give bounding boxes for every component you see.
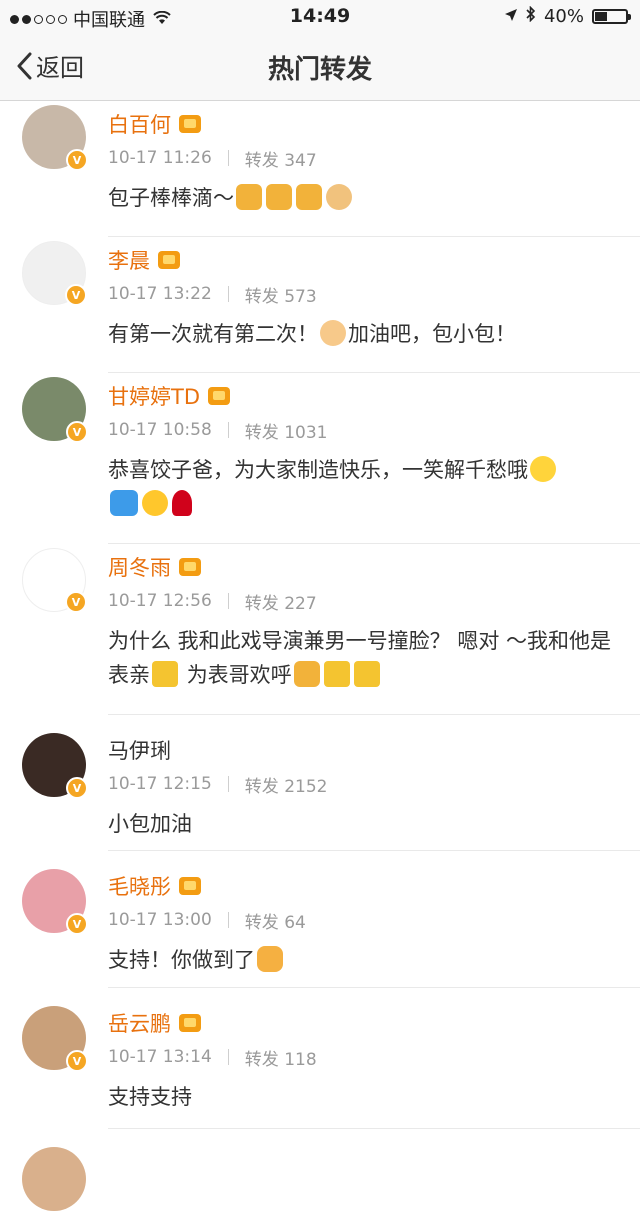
repost-count: 转发 118 [244,1049,317,1070]
fist-emoji-icon [326,184,352,210]
list-item[interactable]: V 李晨 10-17 13:22 转发 573 有第一次就有第二次！ 加油吧，包小… [22,237,640,373]
comment-body: 恭喜饺子爸，为大家制造快乐，一笑解千愁哦 [108,458,528,482]
beer-emoji-icon [296,184,322,210]
crown-badge-icon [179,558,201,576]
crown-badge-icon [179,115,201,133]
user-name[interactable]: 马伊琍 [108,735,171,765]
verified-badge-icon: V [65,591,87,613]
battery-icon [592,9,631,24]
user-name[interactable]: 李晨 [108,245,150,275]
comment-text: 小包加油 [108,807,620,841]
comment-body: 支持！你做到了 [108,948,255,972]
five-emoji-icon [152,661,178,687]
comment-text: 支持！你做到了 [108,943,620,977]
post-time: 10-17 12:15 [108,774,212,794]
user-name[interactable]: 甘婷婷TD [108,381,200,411]
face-emoji-icon [320,320,346,346]
verified-badge-icon: V [66,777,88,799]
divider [227,1049,229,1065]
avatar[interactable]: V [22,241,87,306]
location-arrow-icon [504,6,518,27]
avatar[interactable]: V [22,869,88,935]
user-name[interactable]: 岳云鹏 [108,1008,171,1038]
avatar[interactable]: V [22,733,88,799]
battery-percent: 40% [543,6,584,27]
bluetooth-icon [526,5,536,27]
post-time: 10-17 13:14 [108,1047,212,1067]
user-name[interactable]: 毛晓彤 [108,871,171,901]
repost-count: 转发 64 [244,912,306,933]
five-emoji-icon [353,661,380,687]
crown-badge-icon [158,251,180,269]
repost-count: 转发 347 [244,150,317,171]
divider [227,912,229,928]
divider [227,286,229,302]
five-emoji-icon [323,661,350,687]
verified-badge-icon: V [66,1050,88,1072]
repost-count: 转发 227 [244,593,317,614]
rose-emoji-icon [172,490,192,516]
ad-emoji-icon [110,490,138,516]
repost-count: 转发 1031 [244,422,328,443]
comment-text: 有第一次就有第二次！ 加油吧，包小包！ [108,317,620,351]
post-time: 10-17 13:00 [108,910,212,930]
user-name[interactable]: 白百何 [108,109,171,139]
page-title: 热门转发 [267,55,372,85]
list-item[interactable]: V 甘婷婷TD 10-17 10:58 转发 1031 恭喜饺子爸，为大家制造快… [22,373,640,544]
post-time: 10-17 12:56 [108,591,212,611]
post-time: 10-17 13:22 [108,284,212,304]
laugh-emoji-icon [142,490,168,516]
comment-body-2: 为表哥欢呼 [186,663,292,687]
avatar[interactable]: V [22,548,87,613]
comment-body: 支持支持 [108,1085,192,1109]
list-item[interactable]: V 周冬雨 10-17 12:56 转发 227 为什么 我和此戏导演兼男一号撞… [22,544,640,715]
verified-badge-icon: V [66,913,88,935]
repost-count: 转发 573 [244,286,317,307]
user-name[interactable]: 周冬雨 [108,552,171,582]
comment-body-2: 加油吧，包小包！ [348,322,516,346]
comment-text: 恭喜饺子爸，为大家制造快乐，一笑解千愁哦 [108,453,620,521]
beer-emoji-icon [266,184,292,210]
list-item[interactable]: V 白百何 10-17 11:26 转发 347 包子棒棒滴～ [22,101,640,237]
crown-badge-icon [208,387,230,405]
divider [227,593,229,609]
avatar[interactable]: V [22,377,88,443]
post-time: 10-17 11:26 [108,148,212,168]
crown-badge-icon [179,877,201,895]
beer-emoji-icon [293,661,320,687]
list-item[interactable]: V 马伊琍 10-17 12:15 转发 2152 小包加油 [22,715,640,851]
comment-body: 有第一次就有第二次！ [108,322,318,346]
divider [227,776,229,792]
divider [227,150,229,166]
avatar[interactable] [22,1147,86,1211]
avatar[interactable]: V [22,1006,88,1072]
comment-body: 包子棒棒滴～ [108,186,234,210]
repost-list: V 白百何 10-17 11:26 转发 347 包子棒棒滴～ V 李晨 10-… [0,101,640,1211]
status-right: 40% [504,5,631,27]
muscle-emoji-icon [257,946,283,972]
comment-text: 包子棒棒滴～ [108,181,620,215]
list-item[interactable]: V 岳云鹏 10-17 13:14 转发 118 支持支持 [22,988,640,1129]
nav-bar: 返回 热门转发 [0,34,640,101]
verified-badge-icon: V [65,284,87,306]
avatar[interactable]: V [22,105,88,171]
comment-body: 小包加油 [108,812,192,836]
repost-count: 转发 2152 [244,776,328,797]
list-item[interactable] [22,1129,640,1211]
verified-badge-icon: V [66,149,88,171]
comment-text: 支持支持 [108,1080,620,1114]
post-time: 10-17 10:58 [108,420,212,440]
beer-emoji-icon [236,184,262,210]
comment-text: 为什么 我和此戏导演兼男一号撞脸？ 嗯对 ～我和他是表亲 为表哥欢呼 [108,624,620,692]
divider [227,422,229,438]
list-item[interactable]: V 毛晓彤 10-17 13:00 转发 64 支持！你做到了 [22,851,640,988]
grin-emoji-icon [530,456,556,482]
verified-badge-icon: V [66,421,88,443]
crown-badge-icon [179,1014,201,1032]
status-bar: 中国联通 14:49 40% [0,0,640,34]
